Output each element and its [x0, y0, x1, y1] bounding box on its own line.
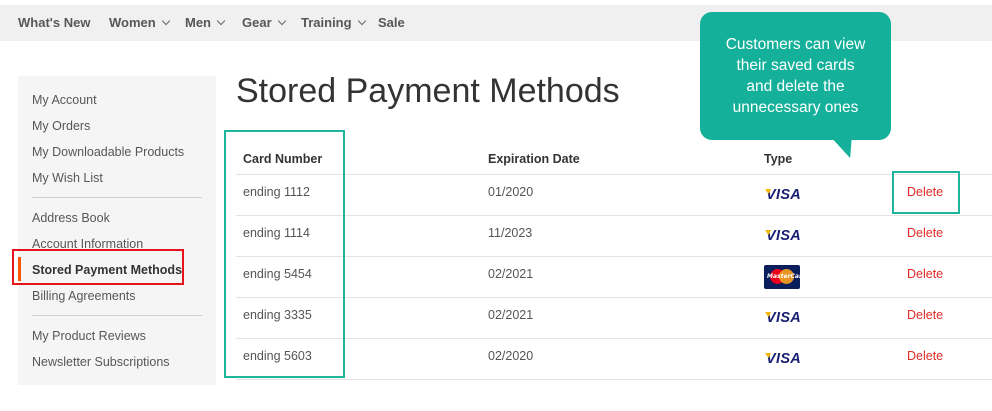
- sidebar-item-wish-list[interactable]: My Wish List: [32, 171, 103, 185]
- delete-button[interactable]: Delete: [907, 267, 943, 281]
- account-sidebar: My Account My Orders My Downloadable Pro…: [18, 76, 216, 385]
- sidebar-item-newsletter-subscriptions[interactable]: Newsletter Subscriptions: [32, 355, 170, 369]
- active-item-highlight: [12, 249, 184, 285]
- nav-training[interactable]: Training: [301, 5, 366, 41]
- chevron-down-icon: [216, 16, 226, 26]
- nav-training-label: Training: [301, 15, 352, 30]
- visa-icon: VISA: [766, 351, 802, 367]
- table-divider: [236, 256, 992, 257]
- chevron-down-icon: [277, 16, 286, 26]
- callout-text-line: and delete the: [746, 78, 845, 95]
- expiration-cell: 01/2020: [488, 185, 534, 199]
- expiration-cell: 02/2021: [488, 267, 534, 281]
- callout-bubble: Customers can view their saved cards and…: [700, 12, 891, 140]
- page-title: Stored Payment Methods: [236, 72, 620, 110]
- sidebar-item-my-orders[interactable]: My Orders: [32, 119, 90, 133]
- callout-text-line: Customers can view: [725, 36, 866, 53]
- visa-icon: VISA: [766, 187, 802, 203]
- column-header-type: Type: [764, 152, 793, 166]
- column-header-expiration-date: Expiration Date: [488, 152, 580, 166]
- nav-sale-label: Sale: [378, 15, 405, 30]
- callout-text-line: unnecessary ones: [732, 99, 859, 116]
- sidebar-item-address-book[interactable]: Address Book: [32, 211, 110, 225]
- table-divider: [236, 338, 992, 339]
- table-divider: [236, 379, 992, 380]
- expiration-cell: 02/2021: [488, 308, 534, 322]
- sidebar-item-my-account[interactable]: My Account: [32, 93, 97, 107]
- expiration-cell: 11/2023: [488, 226, 533, 240]
- expiration-cell: 02/2020: [488, 349, 534, 363]
- nav-gear-label: Gear: [242, 15, 272, 30]
- nav-women[interactable]: Women: [109, 5, 170, 41]
- nav-sale[interactable]: Sale: [378, 5, 405, 41]
- visa-icon: VISA: [766, 310, 802, 326]
- table-divider: [236, 174, 992, 175]
- card-number-highlight: [224, 130, 345, 378]
- chevron-down-icon: [357, 16, 366, 26]
- delete-button[interactable]: Delete: [907, 308, 943, 322]
- sidebar-divider: [32, 197, 202, 198]
- nav-men[interactable]: Men: [185, 5, 226, 41]
- nav-women-label: Women: [109, 15, 156, 30]
- nav-men-label: Men: [185, 15, 211, 30]
- nav-whats-new-label: What's New: [18, 15, 91, 30]
- mastercard-icon: MasterCard: [764, 265, 800, 289]
- delete-button[interactable]: Delete: [907, 226, 943, 240]
- delete-highlight: [892, 171, 960, 214]
- nav-gear[interactable]: Gear: [242, 5, 286, 41]
- visa-icon: VISA: [766, 228, 802, 244]
- sidebar-item-product-reviews[interactable]: My Product Reviews: [32, 329, 146, 343]
- delete-button[interactable]: Delete: [907, 349, 943, 363]
- sidebar-item-billing-agreements[interactable]: Billing Agreements: [32, 289, 136, 303]
- callout-text-line: their saved cards: [736, 57, 855, 74]
- chevron-down-icon: [161, 16, 170, 26]
- nav-whats-new[interactable]: What's New: [18, 5, 90, 41]
- sidebar-divider: [32, 315, 202, 316]
- table-divider: [236, 297, 992, 298]
- sidebar-item-downloadable-products[interactable]: My Downloadable Products: [32, 145, 184, 159]
- table-divider: [236, 215, 992, 216]
